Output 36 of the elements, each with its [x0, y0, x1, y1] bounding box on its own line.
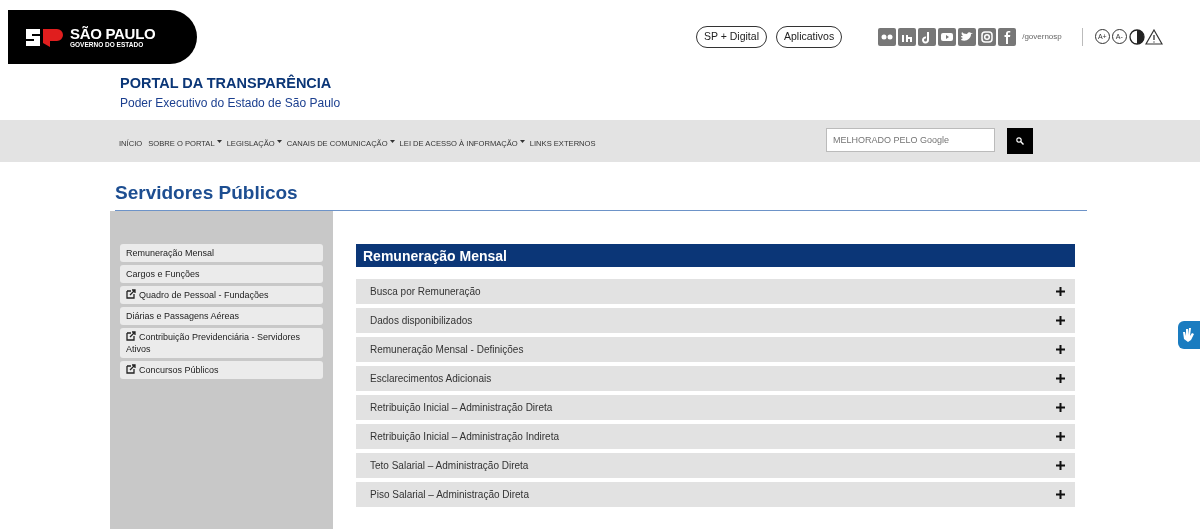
accordion-item[interactable]: Retribuição Inicial – Administração Direta [356, 394, 1075, 420]
search-field[interactable]: MELHORADO PELO Google [826, 128, 995, 152]
section-header: Remuneração Mensal [356, 243, 1075, 267]
sidebar-item[interactable]: Diárias e Passagens Aéreas [120, 306, 323, 326]
logo-icon [24, 26, 64, 48]
sidebar-item[interactable]: Contribuição Previdenciária - Servidores Ativos [120, 328, 323, 359]
portal-subtitle: Poder Executivo do Estado de São Paulo [120, 95, 341, 112]
tiktok-icon[interactable] [918, 27, 937, 46]
accordion-item[interactable]: Dados disponibilizados [356, 307, 1075, 333]
accordion-item[interactable]: Retribuição Inicial – Administração Indireta [356, 423, 1075, 449]
logo-title: SÃO PAULO [70, 25, 156, 41]
accordion-item[interactable]: Remuneração Mensal - Definições [356, 336, 1075, 362]
twitter-icon[interactable] [958, 27, 977, 46]
facebook-icon[interactable] [998, 27, 1017, 46]
portal-title: PORTAL DA TRANSPARÊNCIA [120, 73, 332, 93]
flickr-icon[interactable] [878, 27, 897, 46]
linkedin-icon[interactable] [898, 27, 917, 46]
page-title: Servidores Públicos [115, 179, 1087, 211]
sign-language-button[interactable] [1178, 321, 1200, 349]
accordion-item[interactable]: Teto Salarial – Administração Direta [356, 452, 1075, 478]
accordion-item[interactable]: Piso Salarial – Administração Direta [356, 481, 1075, 507]
social-handle[interactable]: /governosp [1022, 30, 1062, 43]
sidebar-item[interactable]: Remuneração Mensal [120, 243, 323, 262]
accordion-item[interactable]: Busca por Remuneração [356, 278, 1075, 304]
instagram-icon[interactable] [978, 27, 997, 46]
accordion-item[interactable]: Esclarecimentos Adicionais [356, 365, 1075, 391]
link-button[interactable]: SP + Digital [696, 26, 767, 48]
contrast-icon[interactable] [1128, 28, 1145, 45]
search-icon [1016, 137, 1024, 145]
link-button[interactable]: Aplicativos [775, 26, 843, 48]
warning-icon[interactable] [1144, 28, 1163, 45]
sidebar-item[interactable]: Concursos Públicos [120, 361, 323, 380]
sidebar-item[interactable]: Quadro de Pessoal - Fundações [120, 285, 323, 304]
sidebar-item[interactable]: Cargos e Funções [120, 264, 323, 283]
search-button[interactable] [1007, 128, 1033, 154]
youtube-icon[interactable] [938, 27, 957, 46]
